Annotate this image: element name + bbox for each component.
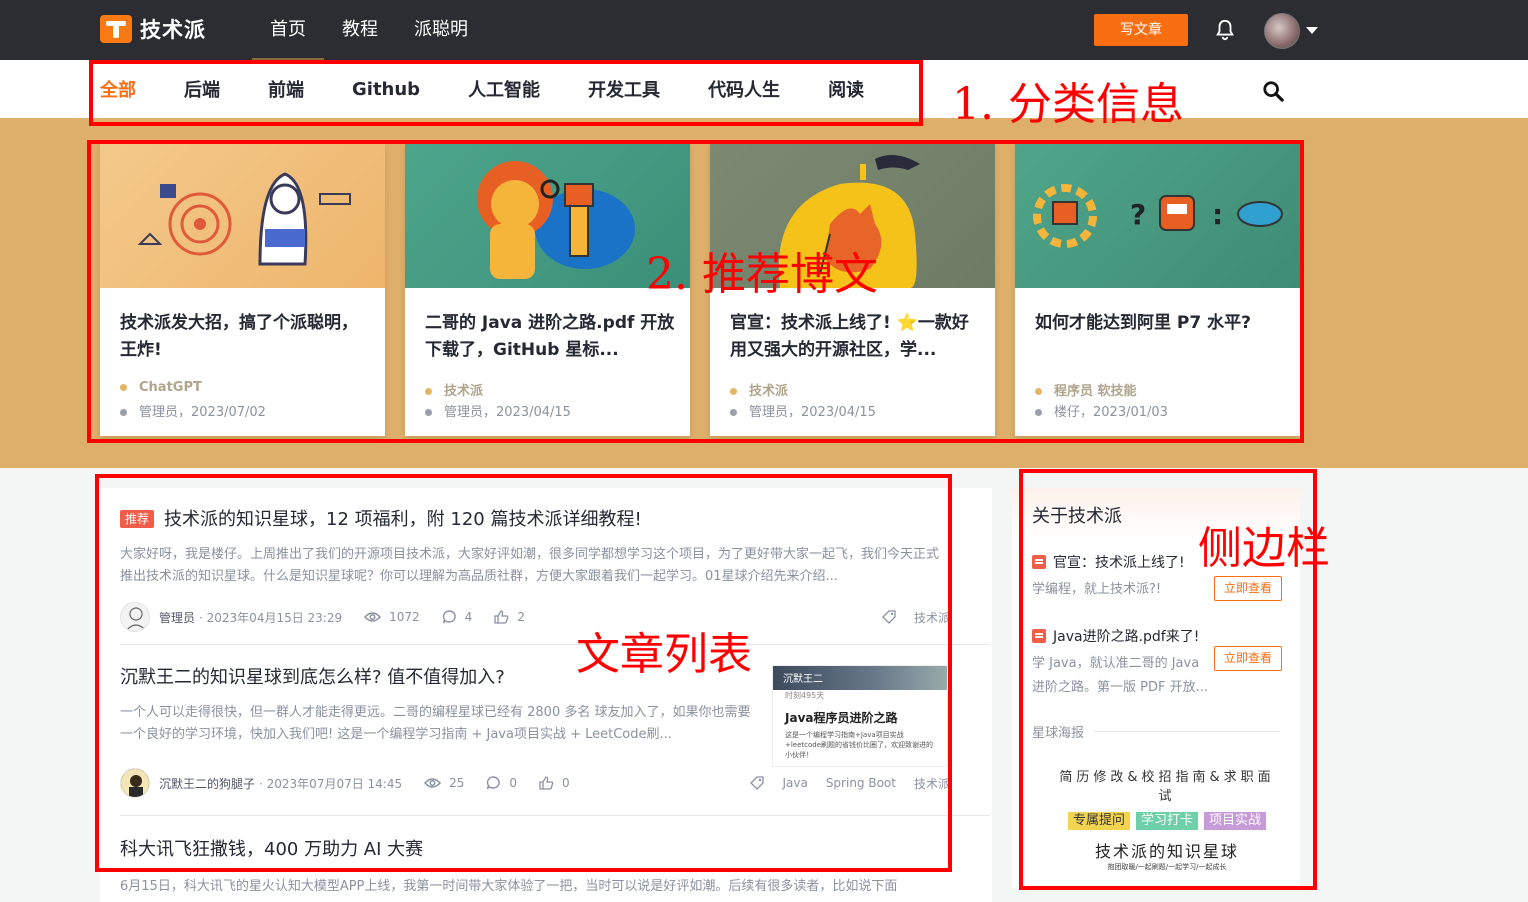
annotation-label-categories: 1. 分类信息: [952, 79, 1184, 130]
annotation-label-articles: 文章列表: [576, 629, 752, 680]
bell-icon[interactable]: [1214, 18, 1236, 42]
user-avatar[interactable]: [1264, 13, 1300, 49]
nav-tutorial[interactable]: 教程: [324, 0, 396, 60]
search-icon[interactable]: [1262, 80, 1284, 102]
nav-paicongming[interactable]: 派聪明: [396, 0, 486, 60]
logo-text: 技术派: [140, 18, 206, 42]
annotation-label-sidebar: 侧边栏: [1198, 523, 1330, 574]
site-logo[interactable]: 技术派: [100, 14, 206, 44]
chevron-down-icon[interactable]: [1306, 27, 1318, 34]
top-navbar: 技术派 首页 教程 派聪明 写文章: [0, 0, 1528, 60]
annotation-label-recommended: 2. 推荐博文: [646, 249, 878, 300]
main-nav: 首页 教程 派聪明: [252, 0, 486, 60]
write-article-button[interactable]: 写文章: [1094, 14, 1188, 46]
logo-icon: [100, 15, 132, 43]
annotation-box-categories: [89, 60, 923, 126]
nav-home[interactable]: 首页: [252, 0, 324, 60]
article-abstract: 6月15日，科大讯飞的星火认知大模型APP上线，我第一时间带大家体验了一把，当时…: [120, 879, 898, 894]
annotation-box-articles: [95, 474, 952, 872]
